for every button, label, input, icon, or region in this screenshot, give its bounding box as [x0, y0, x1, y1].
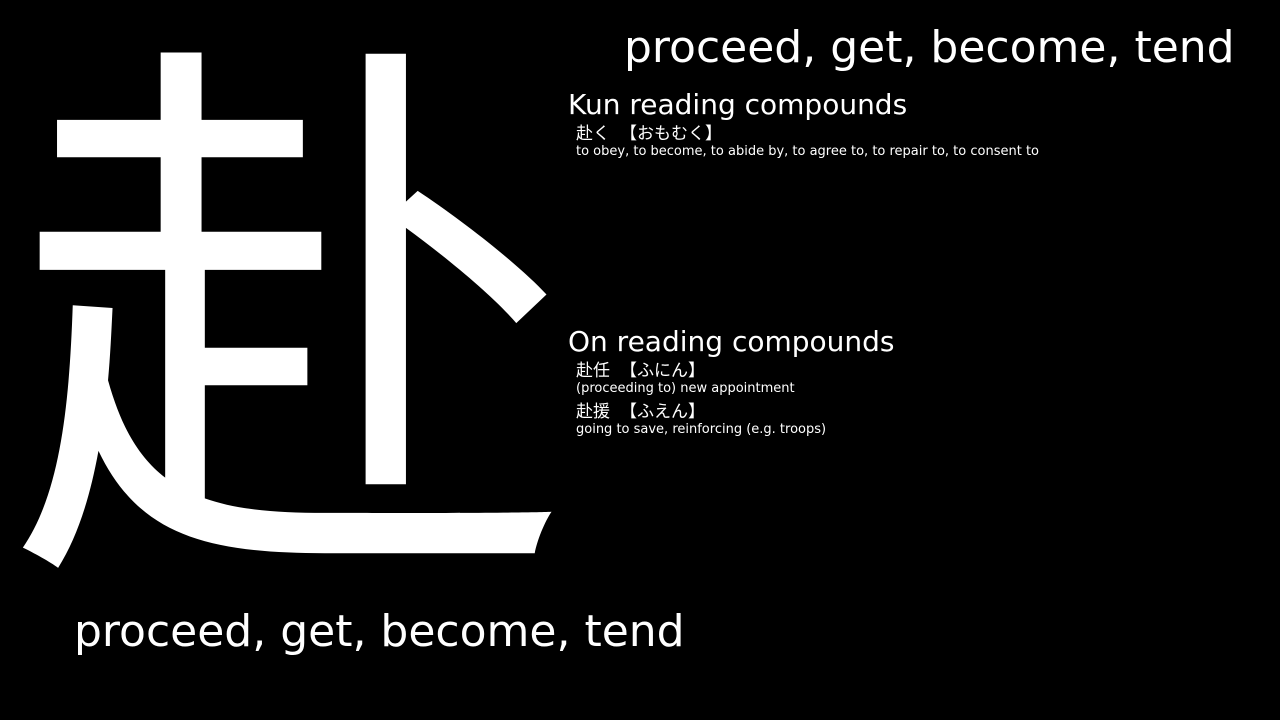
kanji-card: proceed, get, become, tend 赴 proceed, ge… [0, 0, 1280, 720]
compound-reading: 【おもむく】 [620, 124, 722, 144]
compound-reading: 【ふにん】 [620, 361, 705, 381]
compound-reading: 【ふえん】 [620, 402, 705, 422]
kanji-character: 赴 [10, 4, 570, 656]
compound-gloss: going to save, reinforcing (e.g. troops) [576, 422, 827, 437]
compound-head: 赴援 【ふえん】 [576, 402, 1268, 422]
compound-gloss: to obey, to become, to abide by, to agre… [576, 144, 1039, 159]
kun-reading-section: Kun reading compounds 赴く 【おもむく】 to obey, … [568, 88, 1268, 159]
on-reading-section: On reading compounds 赴任 【ふにん】 (proceeding… [568, 325, 1268, 437]
kun-compound: 赴く 【おもむく】 to obey, to become, to abide by… [576, 124, 1268, 159]
compound-word: 赴援 [576, 402, 610, 422]
on-compound: 赴援 【ふえん】 going to save, reinforcing (e.g.… [576, 402, 1268, 437]
compound-word: 赴任 [576, 361, 610, 381]
meaning-bottom: proceed, get, become, tend [74, 606, 685, 657]
kun-section-title: Kun reading compounds [568, 88, 908, 121]
on-compound: 赴任 【ふにん】 (proceeding to) new appointment [576, 361, 1268, 396]
compound-gloss: (proceeding to) new appointment [576, 381, 795, 396]
compound-head: 赴任 【ふにん】 [576, 361, 1268, 381]
on-section-title: On reading compounds [568, 325, 895, 358]
meaning-top: proceed, get, become, tend [624, 22, 1235, 73]
compound-head: 赴く 【おもむく】 [576, 124, 1268, 144]
compound-word: 赴く [576, 124, 610, 144]
